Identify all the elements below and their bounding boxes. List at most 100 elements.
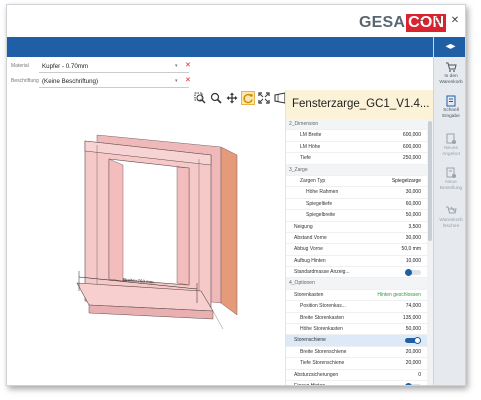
toggle-knob <box>414 337 421 345</box>
new-order-icon <box>434 167 465 179</box>
property-label: Position Storenkas... <box>300 303 346 310</box>
property-value[interactable]: 10,000 <box>406 256 421 267</box>
sidebar-item-label: Eingabe <box>442 113 460 119</box>
property-value[interactable]: 600,000 <box>403 142 421 153</box>
sidebar-item-cart[interactable]: In den Warenkorb <box>434 61 465 85</box>
property-row[interactable]: Abstand Vorne 30,000 <box>286 233 433 245</box>
property-value[interactable]: 20,000 <box>406 347 421 358</box>
property-value[interactable]: Hinten geschlossen <box>377 290 421 301</box>
property-row[interactable]: Breite Storenkasten 135,000 <box>286 313 433 325</box>
property-value[interactable]: 50,0 mm <box>402 244 421 255</box>
property-row[interactable]: Aufbug Hinten 10,000 <box>286 256 433 268</box>
logo-text-gesa: GESA <box>359 14 406 31</box>
property-row[interactable]: Spiegeltiefe 60,000 <box>286 199 433 211</box>
fullscreen-icon[interactable] <box>257 91 271 105</box>
property-label: Abbug Vorne <box>294 246 323 253</box>
property-value[interactable]: 135,000 <box>403 313 421 324</box>
section-label: 3_Zarge <box>289 166 308 173</box>
sidebar-item-label: Angebot <box>442 151 460 157</box>
property-label: Standardmasse Anzeig... <box>294 269 350 276</box>
property-row[interactable]: Position Storenkas... 74,000 <box>286 301 433 313</box>
close-button[interactable]: ✕ <box>448 15 462 26</box>
section-header[interactable]: 3_Zarge <box>286 164 433 176</box>
property-value[interactable]: Spiegelzarge <box>392 176 421 187</box>
property-label: Einzug Hinten <box>294 382 326 386</box>
property-row[interactable]: Storenkasten Hinten geschlossen <box>286 290 433 302</box>
material-select[interactable]: Kupfer - 0.70mm <box>39 60 189 73</box>
sidebar-item-label: Bestellung <box>439 185 463 191</box>
property-label: Neigung <box>294 223 313 230</box>
property-list: 2_Dimension LM Breite 600,000 LM Höhe 600,00… <box>286 119 433 386</box>
material-label: Material <box>11 63 29 69</box>
view-toolbar <box>193 91 287 107</box>
property-row[interactable]: Standardmasse Anzeig... <box>286 267 433 279</box>
action-sidebar: ◂▸ In den Warenkorb Schnell Eingabe Neues Ang… <box>433 37 465 385</box>
collapse-sidebar-button[interactable]: ◂▸ <box>434 37 465 57</box>
property-value[interactable]: 30,000 <box>406 187 421 198</box>
property-row[interactable]: Neigung 3,500 <box>286 222 433 233</box>
property-row[interactable]: Absturzsicherungen 0 <box>286 370 433 381</box>
property-label: LM Höhe <box>300 143 321 150</box>
property-value[interactable]: 250,000 <box>403 153 421 164</box>
material-row: Material Kupfer - 0.70mm ▾ ✕ <box>7 60 197 74</box>
property-label: Aufbug Hinten <box>294 257 326 264</box>
clear-label-icon[interactable]: ✕ <box>185 76 191 84</box>
property-label: Höhe Rahmen <box>306 189 339 196</box>
property-label: Höhe Storenkasten <box>300 326 343 333</box>
new-offer-icon <box>434 133 465 145</box>
sidebar-item-new-offer[interactable]: Neues Angebot <box>434 133 465 157</box>
property-row[interactable]: Abbug Vorne 50,0 mm <box>286 244 433 256</box>
property-label: Breite Storenschiene <box>300 348 347 355</box>
property-label: LM Breite <box>300 132 322 139</box>
property-row[interactable]: Zargen Typ Spiegelzarge <box>286 176 433 188</box>
property-row[interactable]: Höhe Rahmen 30,000 <box>286 187 433 199</box>
property-value[interactable]: 74,000 <box>406 301 421 312</box>
property-label: Zargen Typ <box>300 177 326 184</box>
property-value[interactable]: 50,000 <box>406 210 421 221</box>
scrollbar-thumb[interactable] <box>428 121 432 241</box>
zoom-fit-icon[interactable] <box>193 91 207 105</box>
property-row[interactable]: Tiefe 250,000 <box>286 153 433 165</box>
3d-viewport[interactable]: Breite=760 mm <box>37 115 277 355</box>
sidebar-item-new-order[interactable]: Neue Bestellung <box>434 167 465 191</box>
header-bar <box>7 37 433 57</box>
chevron-down-icon[interactable]: ▾ <box>175 78 178 84</box>
clear-cart-icon <box>434 205 465 217</box>
property-row[interactable]: Storenschiene <box>286 335 433 347</box>
label-label: Beschriftung <box>11 78 39 84</box>
property-value[interactable]: 20,000 <box>406 358 421 369</box>
pan-move-icon[interactable] <box>225 91 239 105</box>
rotate-icon[interactable] <box>241 91 255 105</box>
toggle-switch[interactable] <box>405 337 421 345</box>
quick-entry-icon <box>434 95 465 107</box>
sidebar-item-label: Warenkorb <box>439 79 463 85</box>
property-row[interactable]: Einzug Hinten <box>286 381 433 386</box>
property-row[interactable]: Breite Storenschiene 20,000 <box>286 347 433 359</box>
property-value[interactable]: 0 <box>418 370 421 381</box>
minimize-button[interactable]: – <box>415 15 429 26</box>
property-label: Spiegelbreite <box>306 212 336 219</box>
toggle-switch[interactable] <box>405 269 421 277</box>
property-row[interactable]: LM Höhe 600,000 <box>286 142 433 154</box>
sidebar-item-quick-entry[interactable]: Schnell Eingabe <box>434 95 465 119</box>
property-row[interactable]: Tiefe Storenschiene 20,000 <box>286 358 433 370</box>
property-row[interactable]: Spiegelbreite 50,000 <box>286 210 433 222</box>
panel-title: Fensterzarge_GC1_V1.4... <box>286 90 433 119</box>
zoom-icon[interactable] <box>209 91 223 105</box>
sidebar-item-label: Warenkorb <box>439 218 463 223</box>
property-value[interactable]: 600,000 <box>403 130 421 141</box>
property-row[interactable]: Höhe Storenkasten 50,000 <box>286 324 433 336</box>
property-value[interactable]: 30,000 <box>406 233 421 244</box>
property-value[interactable]: 50,000 <box>406 324 421 335</box>
clear-material-icon[interactable]: ✕ <box>185 61 191 69</box>
chevron-down-icon[interactable]: ▾ <box>175 63 178 69</box>
section-header[interactable]: 2_Dimension <box>286 119 433 131</box>
label-select[interactable]: (Keine Beschriftung) <box>39 75 189 88</box>
section-header[interactable]: 4_Optionen <box>286 278 433 290</box>
maximize-button[interactable]: □ <box>431 15 445 26</box>
toggle-switch[interactable] <box>405 382 421 385</box>
sidebar-item-clear-cart[interactable]: Warenkorb löschen <box>434 205 465 229</box>
property-value[interactable]: 60,000 <box>406 199 421 210</box>
property-value[interactable]: 3,500 <box>408 222 421 233</box>
property-row[interactable]: LM Breite 600,000 <box>286 130 433 142</box>
